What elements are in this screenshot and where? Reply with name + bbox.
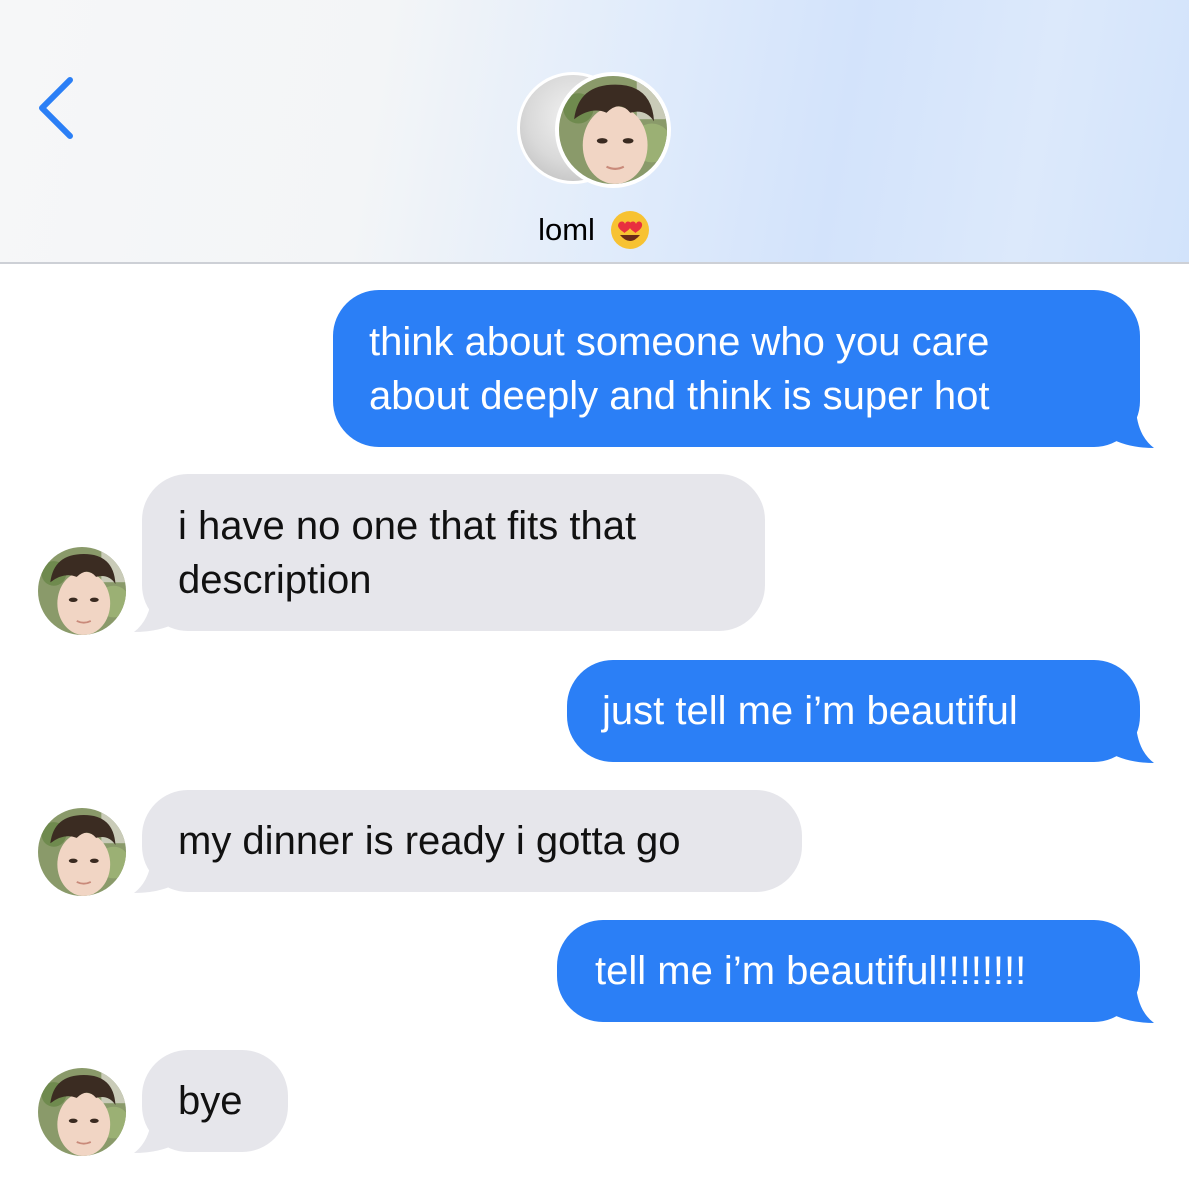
outgoing-message[interactable]: think about someone who you care about d…: [333, 290, 1140, 447]
contact-avatar: [555, 72, 671, 188]
message-line: i have no one that fits that: [178, 504, 637, 548]
incoming-tail: [134, 1115, 178, 1153]
message-line: description: [178, 558, 372, 602]
message-line: my dinner is ready i gotta go: [178, 819, 681, 863]
avatar-photo: [38, 547, 126, 635]
message-line: tell me i’m beautiful!!!!!!!!: [595, 949, 1027, 993]
outgoing-message[interactable]: just tell me i’m beautiful: [567, 660, 1140, 762]
chevron-left-icon: [39, 77, 73, 139]
outgoing-tail: [1110, 985, 1154, 1023]
message-line: bye: [178, 1079, 243, 1123]
back-button[interactable]: [30, 72, 90, 142]
incoming-tail: [134, 594, 178, 632]
contact-photo: [559, 76, 667, 184]
avatar-photo: [38, 1068, 126, 1156]
message-line: just tell me i’m beautiful: [602, 689, 1018, 733]
contact-avatar-group[interactable]: [517, 72, 672, 190]
message-line: about deeply and think is super hot: [369, 374, 990, 418]
contact-name-button[interactable]: loml: [0, 206, 1189, 252]
sender-avatar[interactable]: [38, 808, 126, 896]
conversation-header: loml: [0, 0, 1189, 264]
incoming-message[interactable]: my dinner is ready i gotta go: [142, 790, 802, 892]
sender-avatar[interactable]: [38, 547, 126, 635]
heart-eyes-emoji-icon: [610, 210, 649, 249]
outgoing-tail: [1110, 410, 1154, 448]
contact-name: loml: [538, 211, 595, 247]
sender-avatar[interactable]: [38, 1068, 126, 1156]
avatar-photo: [38, 808, 126, 896]
outgoing-tail: [1110, 725, 1154, 763]
outgoing-message[interactable]: tell me i’m beautiful!!!!!!!!: [557, 920, 1140, 1022]
incoming-tail: [134, 855, 178, 893]
message-line: think about someone who you care: [369, 320, 990, 364]
incoming-message[interactable]: i have no one that fits that description: [142, 474, 765, 631]
